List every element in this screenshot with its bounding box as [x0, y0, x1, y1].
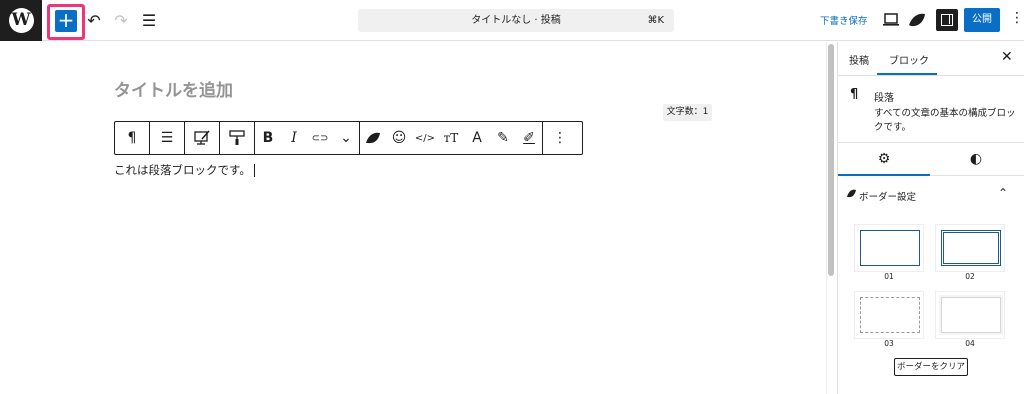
wordpress-logo-icon: W — [8, 8, 34, 33]
wordpress-logo-button[interactable]: W — [0, 0, 42, 41]
chevron-up-icon[interactable]: ⌃ — [998, 186, 1008, 200]
text-caret — [253, 164, 255, 177]
format-brush-icon[interactable] — [220, 122, 254, 154]
publish-button[interactable]: 公開 — [964, 8, 1000, 32]
plugin-leaf-button[interactable] — [360, 122, 386, 154]
leaf-icon — [366, 132, 380, 144]
paragraph-text: これは段落ブロックです。 — [114, 163, 251, 177]
options-more-icon[interactable]: ⋮ — [1010, 10, 1024, 26]
border-panel-header[interactable]: ボーダー設定 ⌃ — [838, 176, 1024, 212]
command-shortcut: ⌘K — [647, 15, 664, 26]
more-rich-text-button[interactable]: ⌄ — [333, 122, 359, 154]
border-preview-solid — [860, 230, 920, 266]
document-overview-icon[interactable]: ☰ — [139, 11, 159, 31]
sidebar-icon — [941, 14, 953, 26]
paint-roller-icon — [229, 130, 245, 145]
editor-scrollbar-thumb[interactable] — [828, 44, 834, 276]
font-size-button[interactable]: ᴛT — [438, 122, 464, 154]
save-draft-button[interactable]: 下書き保存 — [820, 13, 868, 27]
block-options-icon[interactable]: ⋮ — [543, 122, 577, 154]
paragraph-icon: ¶ — [850, 87, 859, 102]
border-preview-light — [941, 297, 1001, 333]
preview-device-icon[interactable] — [883, 13, 899, 27]
add-block-button[interactable]: + — [55, 10, 77, 32]
monitor-pencil-icon — [194, 130, 210, 145]
plugin-leaf-icon[interactable] — [908, 12, 926, 28]
active-tab-indicator — [877, 73, 937, 75]
document-title: タイトルなし · 投稿 — [471, 15, 561, 26]
close-icon[interactable]: ✕ — [1001, 49, 1013, 65]
border-option-label: 02 — [965, 272, 975, 281]
editor-canvas[interactable]: タイトルを追加 文字数：1 ¶ ☰ B I ⊂⊃ ⌄ ☺ </> ᴛT A ✎ … — [0, 42, 828, 394]
border-option-02[interactable] — [935, 224, 1005, 272]
border-option-03[interactable] — [854, 291, 924, 339]
paragraph-block-icon[interactable]: ¶ — [115, 122, 149, 154]
tab-block[interactable]: ブロック — [889, 52, 929, 67]
styles-half-circle-icon[interactable]: ◐ — [966, 151, 986, 167]
inline-code-button[interactable]: </> — [412, 122, 438, 154]
emoji-button[interactable]: ☺ — [386, 122, 412, 154]
leaf-icon — [847, 189, 856, 198]
link-button[interactable]: ⊂⊃ — [307, 122, 333, 154]
redo-icon[interactable]: ↷ — [111, 11, 131, 31]
sidebar-tabs: 投稿 ブロック ✕ — [838, 42, 1024, 76]
paragraph-block[interactable]: これは段落ブロックです。 — [114, 162, 255, 178]
border-option-01[interactable] — [854, 224, 924, 272]
highlighter-button[interactable]: ✎ — [490, 122, 516, 154]
border-option-label: 01 — [884, 272, 894, 281]
top-toolbar: W + ↶ ↷ ☰ タイトルなし · 投稿 ⌘K 下書き保存 公開 ⋮ — [0, 0, 1024, 41]
text-color-button[interactable]: A — [464, 122, 490, 154]
block-description: すべての文章の基本の構成ブロックです。 — [874, 108, 1016, 133]
plugin-visibility-icon[interactable] — [185, 122, 219, 154]
border-option-label: 03 — [884, 339, 894, 348]
border-preview-double — [941, 230, 1001, 266]
border-preview-dashed — [860, 297, 920, 333]
undo-icon[interactable]: ↶ — [84, 11, 104, 31]
border-option-04[interactable] — [935, 291, 1005, 339]
italic-button[interactable]: I — [281, 122, 307, 154]
block-name: 段落 — [874, 93, 894, 104]
command-bar[interactable]: タイトルなし · 投稿 ⌘K — [358, 9, 674, 32]
inspector-subtabs: ⚙ ◐ — [838, 142, 1024, 176]
marker-button[interactable]: ✐ — [516, 122, 542, 154]
border-option-label: 04 — [965, 339, 975, 348]
clear-border-button[interactable]: ボーダーをクリア — [894, 358, 968, 376]
post-title-input[interactable]: タイトルを追加 — [114, 76, 233, 101]
settings-sidebar: 投稿 ブロック ✕ ¶ 段落 すべての文章の基本の構成ブロックです。 ⚙ ◐ ボ… — [837, 42, 1024, 394]
settings-gear-icon[interactable]: ⚙ — [874, 151, 894, 167]
character-count-badge: 文字数：1 — [663, 104, 712, 121]
bold-button[interactable]: B — [255, 122, 281, 154]
border-panel-title: ボーダー設定 — [859, 192, 917, 203]
block-toolbar: ¶ ☰ B I ⊂⊃ ⌄ ☺ </> ᴛT A ✎ ✐ ⋮ — [114, 121, 583, 155]
tab-post[interactable]: 投稿 — [849, 52, 869, 67]
align-text-icon[interactable]: ☰ — [150, 122, 184, 154]
settings-toggle-button[interactable] — [936, 9, 958, 31]
